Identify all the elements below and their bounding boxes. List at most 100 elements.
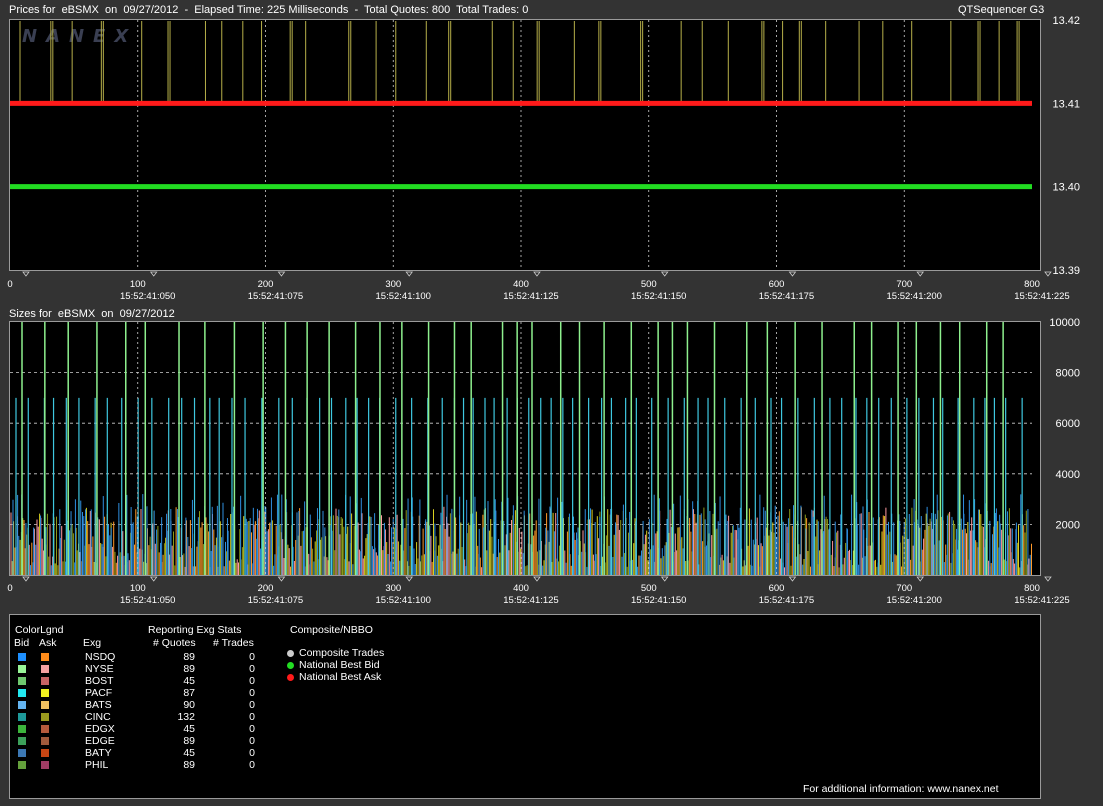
legend-ask-swatch (41, 725, 49, 733)
time-tick-label: 15:52:41:050 (120, 595, 175, 606)
nbbo-label: National Best Ask (299, 671, 382, 683)
time-tick-label: 15:52:41:175 (759, 595, 814, 606)
legend-bid-swatch (18, 665, 26, 673)
legend-bid-swatch (18, 749, 26, 757)
x-tick-label: 500 (641, 583, 657, 594)
x-tick-label: 300 (385, 583, 401, 594)
time-marker (1044, 576, 1052, 582)
legend-bid-swatch (18, 725, 26, 733)
x-tick-label: 800 (1024, 279, 1040, 290)
time-tick-label: 15:52:41:225 (1014, 595, 1069, 606)
legend-exg-header: Exg (83, 637, 102, 649)
legend-quotes-count: 45 (183, 723, 195, 735)
time-tick-label: 15:52:41:125 (503, 595, 558, 606)
x-tick-label: 100 (130, 279, 146, 290)
x-tick-label: 0 (7, 583, 12, 594)
legend-exg-name: NSDQ (85, 651, 116, 663)
legend-ask-swatch (41, 737, 49, 745)
stats-title: Reporting Exg Stats (148, 624, 242, 636)
nbbo-dot (287, 662, 294, 669)
legend-exg-name: BATS (85, 699, 112, 711)
legend-bid-swatch (18, 761, 26, 769)
trades-header: # Trades (213, 637, 254, 649)
size-plot[interactable] (9, 321, 1041, 576)
legend-exg-name: BOST (85, 675, 114, 687)
legend-trades-count: 0 (249, 747, 255, 759)
legend-bid-swatch (18, 677, 26, 685)
time-tick-label: 15:52:41:200 (887, 595, 942, 606)
legend-ask-swatch (41, 749, 49, 757)
legend-bid-swatch (18, 701, 26, 709)
time-marker (660, 271, 669, 277)
time-marker (405, 576, 414, 582)
app-name: QTSequencer G3 (958, 4, 1045, 16)
y-tick-label: 13.42 (1052, 15, 1080, 27)
y-tick-label: 6000 (1056, 418, 1080, 430)
legend-trades-count: 0 (249, 711, 255, 723)
time-marker (22, 576, 30, 582)
quotes-header: # Quotes (153, 637, 196, 649)
time-tick-label: 15:52:41:200 (887, 291, 942, 302)
legend-bid-header: Bid (14, 637, 30, 649)
time-marker (788, 576, 797, 582)
x-tick-label: 600 (769, 279, 785, 290)
legend-trades-count: 0 (249, 651, 255, 663)
time-marker (533, 576, 541, 582)
time-marker (277, 576, 286, 582)
legend-ask-swatch (41, 677, 49, 685)
price-plot[interactable] (9, 19, 1041, 271)
legend-quotes-count: 89 (183, 735, 195, 747)
legend-ask-swatch (41, 713, 49, 721)
time-marker (22, 271, 30, 277)
nanex-logo: NANEX (22, 26, 138, 47)
time-marker (916, 576, 925, 582)
x-tick-label: 700 (896, 279, 912, 290)
legend-quotes-count: 90 (183, 699, 195, 711)
y-tick-label: 13.40 (1052, 182, 1080, 194)
time-marker (149, 576, 158, 582)
x-tick-label: 400 (513, 279, 529, 290)
legend-bid-swatch (18, 713, 26, 721)
legend-quotes-count: 89 (183, 651, 195, 663)
x-tick-label: 600 (769, 583, 785, 594)
color-legend: ColorLgnd Bid Ask Exg Reporting Exg Stat… (9, 614, 1041, 799)
legend-trades-count: 0 (249, 687, 255, 699)
x-tick-label: 0 (7, 279, 12, 290)
time-marker (788, 271, 797, 277)
y-tick-label: 8000 (1056, 368, 1080, 380)
legend-bid-swatch (18, 689, 26, 697)
legend-exg-name: PHIL (85, 759, 109, 771)
time-tick-label: 15:52:41:175 (759, 291, 814, 302)
footer-link[interactable]: For additional information: www.nanex.ne… (803, 783, 999, 795)
nbbo-label: National Best Bid (299, 659, 380, 671)
legend-title: ColorLgnd (15, 624, 64, 636)
time-tick-label: 15:52:41:075 (248, 291, 303, 302)
legend-trades-count: 0 (249, 663, 255, 675)
y-tick-label: 13.41 (1052, 98, 1080, 110)
legend-quotes-count: 89 (183, 759, 195, 771)
time-tick-label: 15:52:41:100 (376, 291, 431, 302)
time-tick-label: 15:52:41:150 (631, 291, 686, 302)
legend-ask-header: Ask (39, 637, 57, 649)
x-tick-label: 300 (385, 279, 401, 290)
nbbo-label: Composite Trades (299, 647, 385, 659)
time-tick-label: 15:52:41:100 (376, 595, 431, 606)
nbbo-dot (287, 674, 294, 681)
nbbo-dot (287, 650, 294, 657)
legend-ask-swatch (41, 689, 49, 697)
time-tick-label: 15:52:41:150 (631, 595, 686, 606)
legend-exg-name: PACF (85, 687, 113, 699)
legend-trades-count: 0 (249, 759, 255, 771)
x-tick-label: 800 (1024, 583, 1040, 594)
time-tick-label: 15:52:41:225 (1014, 291, 1069, 302)
legend-trades-count: 0 (249, 699, 255, 711)
x-tick-label: 400 (513, 583, 529, 594)
legend-quotes-count: 87 (183, 687, 195, 699)
time-marker (149, 271, 158, 277)
x-tick-label: 200 (258, 583, 274, 594)
legend-bid-swatch (18, 653, 26, 661)
time-marker (277, 271, 286, 277)
time-marker (660, 576, 669, 582)
legend-exg-name: EDGX (85, 723, 115, 735)
legend-ask-swatch (41, 761, 49, 769)
